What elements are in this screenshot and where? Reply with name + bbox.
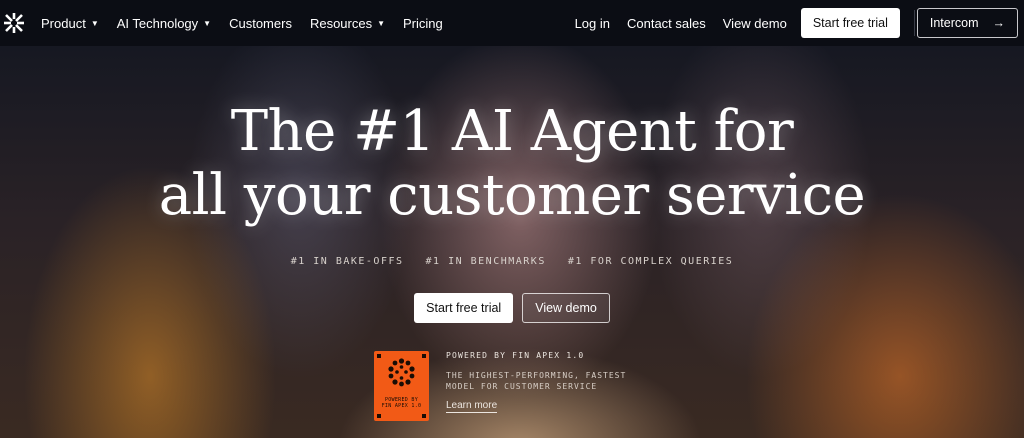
badge-benchmarks: #1 IN BENCHMARKS xyxy=(425,256,546,267)
ranking-badges: #1 IN BAKE-OFFS #1 IN BENCHMARKS #1 FOR … xyxy=(0,256,1024,267)
nav-item-label: Product xyxy=(41,15,86,31)
nav-item-label: AI Technology xyxy=(116,15,199,31)
caret-down-icon: ▼ xyxy=(377,18,386,28)
nav-item-label: Pricing xyxy=(403,15,443,31)
fin-apex-card-label: POWERED BY FIN APEX 1.0 xyxy=(374,397,429,409)
intercom-button[interactable]: Intercom → xyxy=(916,8,1018,38)
nav-item-ai-technology[interactable]: AI Technology ▼ xyxy=(117,16,211,31)
caret-down-icon: ▼ xyxy=(203,18,212,28)
fin-apex-emblem-icon xyxy=(388,358,415,387)
headline-line-2: all your customer service xyxy=(158,163,866,228)
card-corner xyxy=(377,414,381,418)
intercom-asterisk-logo[interactable] xyxy=(2,11,26,35)
nav-item-label: Customers xyxy=(229,15,292,31)
fin-apex-title: POWERED BY FIN APEX 1.0 xyxy=(446,351,585,360)
nav-item-pricing[interactable]: Pricing xyxy=(403,16,443,31)
fin-apex-info: POWERED BY FIN APEX 1.0 THE HIGHEST-PERF… xyxy=(446,351,636,413)
nav-item-product[interactable]: Product ▼ xyxy=(41,16,99,31)
nav-item-customers[interactable]: Customers xyxy=(229,16,292,31)
hero-cta-row: Start free trial View demo xyxy=(0,293,1024,323)
headline-line-1: The #1 AI Agent for xyxy=(230,99,794,164)
nav-item-label: Resources xyxy=(309,15,373,31)
hero-view-demo-button[interactable]: View demo xyxy=(522,293,610,323)
arrow-right-icon: → xyxy=(992,16,1006,30)
primary-nav: Product ▼ AI Technology ▼ Customers Resources… xyxy=(41,0,443,46)
nav-actions: Log in Contact sales View demo Start fre… xyxy=(575,0,1018,46)
fin-apex-description: THE HIGHEST-PERFORMING, FASTEST MODEL FO… xyxy=(446,371,627,391)
badge-bake-offs: #1 IN BAKE-OFFS xyxy=(290,256,404,267)
hero-start-free-trial-button[interactable]: Start free trial xyxy=(414,293,514,323)
view-demo-link[interactable]: View demo xyxy=(723,16,787,31)
card-corner xyxy=(422,414,426,418)
fin-apex-card[interactable]: POWERED BY FIN APEX 1.0 xyxy=(374,351,429,421)
badge-complex-queries: #1 FOR COMPLEX QUERIES xyxy=(567,256,734,267)
nav-item-resources[interactable]: Resources ▼ xyxy=(310,16,385,31)
caret-down-icon: ▼ xyxy=(90,18,99,28)
top-nav: Product ▼ AI Technology ▼ Customers Resources… xyxy=(0,0,1024,46)
intercom-button-label: Intercom xyxy=(929,16,979,30)
card-label-line-2: FIN APEX 1.0 xyxy=(381,403,422,409)
contact-sales-link[interactable]: Contact sales xyxy=(627,16,706,31)
login-link[interactable]: Log in xyxy=(575,16,610,31)
learn-more-link[interactable]: Learn more xyxy=(446,400,498,413)
nav-divider xyxy=(913,10,915,36)
hero-headline: The #1 AI Agent for all your customer se… xyxy=(0,100,1024,228)
start-free-trial-button[interactable]: Start free trial xyxy=(800,8,900,38)
